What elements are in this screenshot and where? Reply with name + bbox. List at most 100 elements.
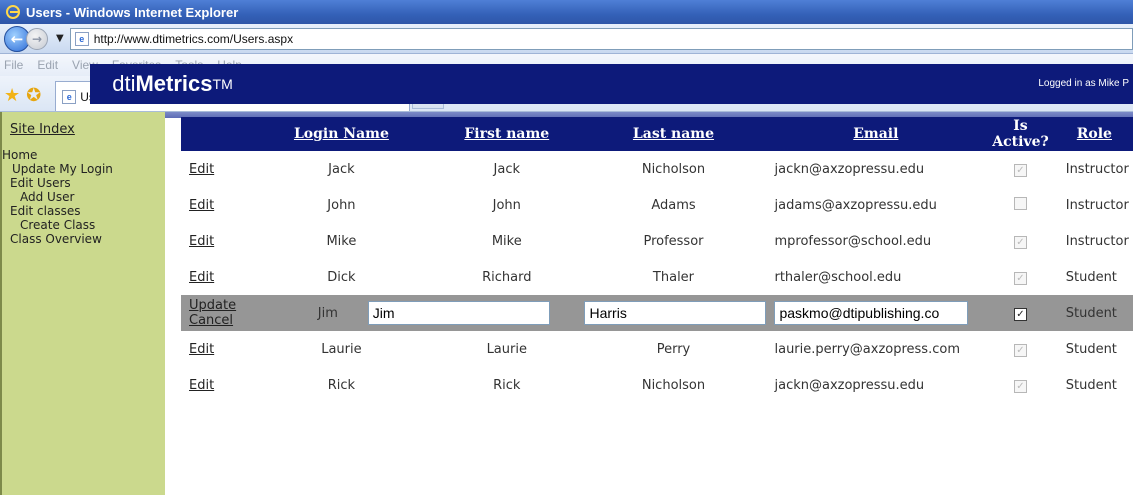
cell-login: Jack — [328, 161, 355, 177]
is-active-checkbox: ✓ — [1013, 235, 1027, 249]
sidebar: Site Index Home Update My Login Edit Use… — [0, 112, 165, 495]
address-url[interactable]: http://www.dtimetrics.com/Users.aspx — [94, 32, 293, 46]
menu-edit[interactable]: Edit — [37, 58, 58, 72]
cell-first-name: Mike — [491, 233, 522, 249]
table-row: Edit John John Adams jadams@axzopressu.edu In… — [181, 187, 1133, 223]
row-actions: Edit — [181, 151, 250, 187]
cell-last-name: Nicholson — [641, 377, 706, 393]
sidebar-item-update-my-login[interactable]: Update My Login — [2, 162, 165, 176]
sidebar-item-home[interactable]: Home — [2, 148, 165, 162]
page-icon: e — [74, 31, 89, 46]
login-value: Jim — [317, 305, 338, 321]
cell-email: paskmo@dtipublishing.co — [766, 295, 986, 331]
cell-is-active: ✓ — [985, 367, 1056, 403]
table-row: Edit Laurie Laurie Perry laurie.perry@axzopr… — [181, 331, 1133, 367]
forward-button[interactable]: → — [26, 27, 48, 50]
table-row: Update Cancel Jim Jim Harris paskmo@dtipubli… — [181, 295, 1133, 331]
header-role[interactable]: Role — [1055, 117, 1133, 151]
cell-email: rthaler@school.edu — [774, 269, 902, 285]
is-active-checkbox: ✓ — [1013, 163, 1027, 177]
row-actions: Edit — [181, 331, 250, 367]
menu-file[interactable]: File — [4, 58, 23, 72]
header-email[interactable]: Email — [766, 117, 986, 151]
header-login-name[interactable]: Login Name — [249, 117, 434, 151]
header-last-name[interactable]: Last name — [580, 117, 767, 151]
cell-last-name: Nicholson — [641, 161, 706, 177]
last-name-input[interactable]: Harris — [584, 301, 767, 325]
table-row: Edit Dick Richard Thaler rthaler@school.edu ✓… — [181, 259, 1133, 295]
page-content: Site Index Home Update My Login Edit Use… — [0, 64, 1133, 495]
users-table: Login Name First name Last name Email Is… — [181, 117, 1133, 403]
cell-first-name: Jack — [493, 161, 521, 177]
row-actions: Edit — [181, 223, 250, 259]
cell-last-name: Perry — [656, 341, 691, 357]
sidebar-menu: Home Update My Login Edit Users Add User… — [2, 148, 165, 246]
header-actions — [181, 117, 250, 151]
edit-link[interactable]: Edit — [189, 162, 214, 177]
cell-is-active: ✓ — [985, 151, 1056, 187]
header-first-name[interactable]: First name — [433, 117, 581, 151]
cell-email: jadams@axzopressu.edu — [774, 197, 937, 213]
cell-last-name: Professor — [643, 233, 704, 249]
cell-first-name: Laurie — [486, 341, 527, 357]
add-favorites-icon[interactable]: ✪ — [26, 81, 41, 111]
cell-login: Rick — [327, 377, 356, 393]
window-title: Users - Windows Internet Explorer — [26, 4, 239, 20]
table-row: Edit Mike Mike Professor mprofessor@school.e… — [181, 223, 1133, 259]
sidebar-item-add-user[interactable]: Add User — [2, 190, 165, 204]
row-actions: Edit — [181, 367, 250, 403]
favorites-star-icon[interactable]: ★ — [4, 81, 20, 111]
sidebar-item-edit-classes[interactable]: Edit classes — [2, 204, 165, 218]
cell-email: mprofessor@school.edu — [774, 233, 932, 249]
dtimetrics-logo: dti Metrics TM — [90, 64, 255, 104]
header-is-active: Is Active? — [985, 117, 1056, 151]
site-index-link[interactable]: Site Index — [10, 122, 75, 137]
cell-first-name: Richard — [482, 269, 532, 285]
edit-link[interactable]: Edit — [189, 198, 214, 213]
sidebar-item-edit-users[interactable]: Edit Users — [2, 176, 165, 190]
row-actions: Edit — [181, 187, 250, 223]
cell-email: jackn@axzopressu.edu — [774, 377, 925, 393]
tab-ie-icon: e — [62, 89, 77, 104]
row-actions: Update Cancel — [181, 295, 250, 331]
table-row: Edit Jack Jack Nicholson jackn@axzopressu.ed… — [181, 151, 1133, 187]
cell-last-name: Adams — [651, 197, 696, 213]
edit-link[interactable]: Edit — [189, 270, 214, 285]
navigation-bar: ← → ▼ e http://www.dtimetrics.com/Users.… — [0, 24, 1133, 54]
update-link[interactable]: Update — [189, 298, 236, 313]
address-bar[interactable]: e http://www.dtimetrics.com/Users.aspx — [69, 27, 1133, 50]
cell-role: Instructor — [1065, 161, 1129, 177]
edit-link[interactable]: Edit — [189, 342, 214, 357]
cell-role: Instructor — [1065, 233, 1129, 249]
cell-last-name: Thaler — [652, 269, 695, 285]
row-actions: Edit — [181, 259, 250, 295]
internet-explorer-icon — [6, 5, 20, 19]
is-active-checkbox — [1013, 196, 1027, 210]
first-name-input[interactable]: Jim — [367, 301, 550, 325]
cell-login: Mike — [326, 233, 357, 249]
email-input[interactable]: paskmo@dtipublishing.co — [774, 301, 969, 325]
sidebar-item-class-overview[interactable]: Class Overview — [2, 232, 165, 246]
is-active-checkbox: ✓ — [1013, 379, 1027, 393]
cancel-link[interactable]: Cancel — [189, 313, 233, 328]
recent-pages-dropdown-icon[interactable]: ▼ — [56, 33, 64, 44]
table-header-row: Login Name First name Last name Email Is… — [181, 117, 1133, 151]
is-active-checkbox: ✓ — [1013, 271, 1027, 285]
edit-link[interactable]: Edit — [189, 378, 214, 393]
cell-role: Student — [1065, 341, 1117, 357]
cell-first-name: Rick — [493, 377, 521, 393]
cell-role: Student — [1065, 377, 1117, 393]
sidebar-item-create-class[interactable]: Create Class — [2, 218, 165, 232]
cell-is-active: ✓ — [985, 331, 1056, 367]
cell-is-active: ✓ — [985, 223, 1056, 259]
is-active-checkbox[interactable]: ✓ — [1013, 307, 1027, 321]
cell-role: Student — [1055, 295, 1133, 331]
edit-link[interactable]: Edit — [189, 234, 214, 249]
cell-login: Jim Jim — [249, 295, 581, 331]
cell-last-name: Harris — [580, 295, 767, 331]
cell-email: jackn@axzopressu.edu — [774, 161, 925, 177]
cell-first-name: John — [492, 197, 521, 213]
cell-login: John — [327, 197, 356, 213]
cell-login: Dick — [327, 269, 356, 285]
table-row: Edit Rick Rick Nicholson jackn@axzopressu.ed… — [181, 367, 1133, 403]
